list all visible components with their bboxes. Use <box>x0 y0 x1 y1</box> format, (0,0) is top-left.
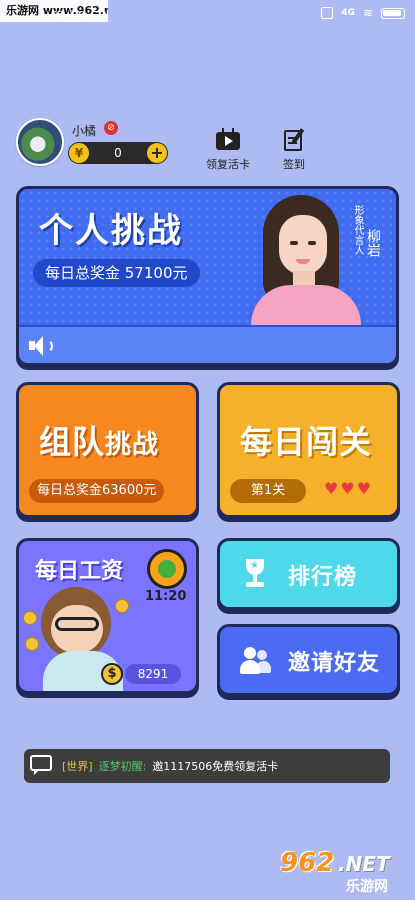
speaker-icon[interactable] <box>29 335 53 357</box>
personal-prize: 每日总奖金 57100元 <box>33 259 200 287</box>
coin-value: 0 <box>114 146 122 160</box>
watermark-net: .NET <box>338 852 390 876</box>
invite-friends-button[interactable]: 邀请好友 <box>217 624 400 696</box>
team-title-b: 挑战 <box>105 430 160 460</box>
daily-wage-title: 每日工资 <box>35 559 124 584</box>
timer-clock-icon <box>147 549 187 589</box>
invite-friends-label: 邀请好友 <box>288 651 381 676</box>
revive-card-button[interactable]: 领复活卡 <box>198 128 258 172</box>
watermark-cn: 乐游网 <box>346 879 388 895</box>
edit-note-icon <box>281 128 307 152</box>
leaderboard-label: 排行榜 <box>288 565 358 590</box>
watermark-number: 962 <box>280 848 335 878</box>
wage-amount: 8291 <box>125 664 181 684</box>
flying-coin-icon <box>25 637 39 651</box>
wage-timer: 11:20 <box>145 589 187 604</box>
status-time: 晚上9:53 <box>52 10 108 25</box>
daily-levels-card[interactable]: 每日闯关 第1关 ♥♥♥ <box>217 382 400 518</box>
spokesperson-name: 柳岩 <box>365 229 381 257</box>
signal-icon: 4G <box>341 8 355 18</box>
trophy-icon: ★ <box>238 559 272 591</box>
revive-card-label: 领复活卡 <box>206 158 250 171</box>
chat-user: 逐梦初醒: <box>98 760 147 773</box>
wifi-icon: ≋ <box>362 6 373 20</box>
team-challenge-title: 组队挑战 <box>39 417 159 463</box>
checkin-button[interactable]: 签到 <box>264 128 324 172</box>
daily-wage-card[interactable]: 每日工资 11:20 $ 8291 <box>16 538 199 694</box>
coin-balance: ¥ 0 + <box>68 142 168 164</box>
spokesperson-label: 形象代言人 <box>352 205 363 255</box>
watermark-logo: 962 .NET 乐游网 <box>276 848 406 896</box>
checkin-label: 签到 <box>283 158 305 171</box>
battery-icon <box>381 7 405 19</box>
hearts-icon: ♥♥♥ <box>324 479 374 498</box>
username: 小橘 <box>72 124 97 138</box>
team-prize: 每日总奖金63600元 <box>29 479 165 503</box>
chat-channel: [世界] <box>62 760 93 773</box>
notification-icon <box>321 7 334 19</box>
tv-play-icon <box>215 128 241 152</box>
character-glasses <box>55 617 99 631</box>
personal-card-footer <box>19 325 396 363</box>
flying-coin-icon <box>23 611 37 625</box>
flying-coin-icon <box>115 599 129 613</box>
world-chat-bar[interactable]: [世界] 逐梦初醒: 邀1117506免费领复活卡 <box>24 749 390 783</box>
dollar-coin-icon: $ <box>101 663 123 685</box>
yen-icon: ¥ <box>69 143 89 163</box>
chat-bubble-icon <box>30 755 56 777</box>
level-indicator: 第1关 <box>230 479 306 503</box>
daily-levels-title: 每日闯关 <box>240 423 373 461</box>
team-challenge-card[interactable]: 组队挑战 每日总奖金63600元 <box>16 382 199 518</box>
leaderboard-button[interactable]: ★ 排行榜 <box>217 538 400 610</box>
status-bar-icons: 4G ≋ <box>321 6 405 20</box>
add-coins-button[interactable]: + <box>147 143 167 163</box>
personal-challenge-card[interactable]: 个人挑战 每日总奖金 57100元 形象代言人 柳岩 <box>16 186 399 366</box>
team-title-a: 组队 <box>39 423 106 461</box>
chat-message: 邀1117506免费领复活卡 <box>152 760 279 773</box>
avatar[interactable] <box>16 118 64 166</box>
personal-challenge-title: 个人挑战 <box>39 211 183 251</box>
user-badge-icon: ⊘ <box>104 121 118 135</box>
users-icon <box>238 645 272 677</box>
